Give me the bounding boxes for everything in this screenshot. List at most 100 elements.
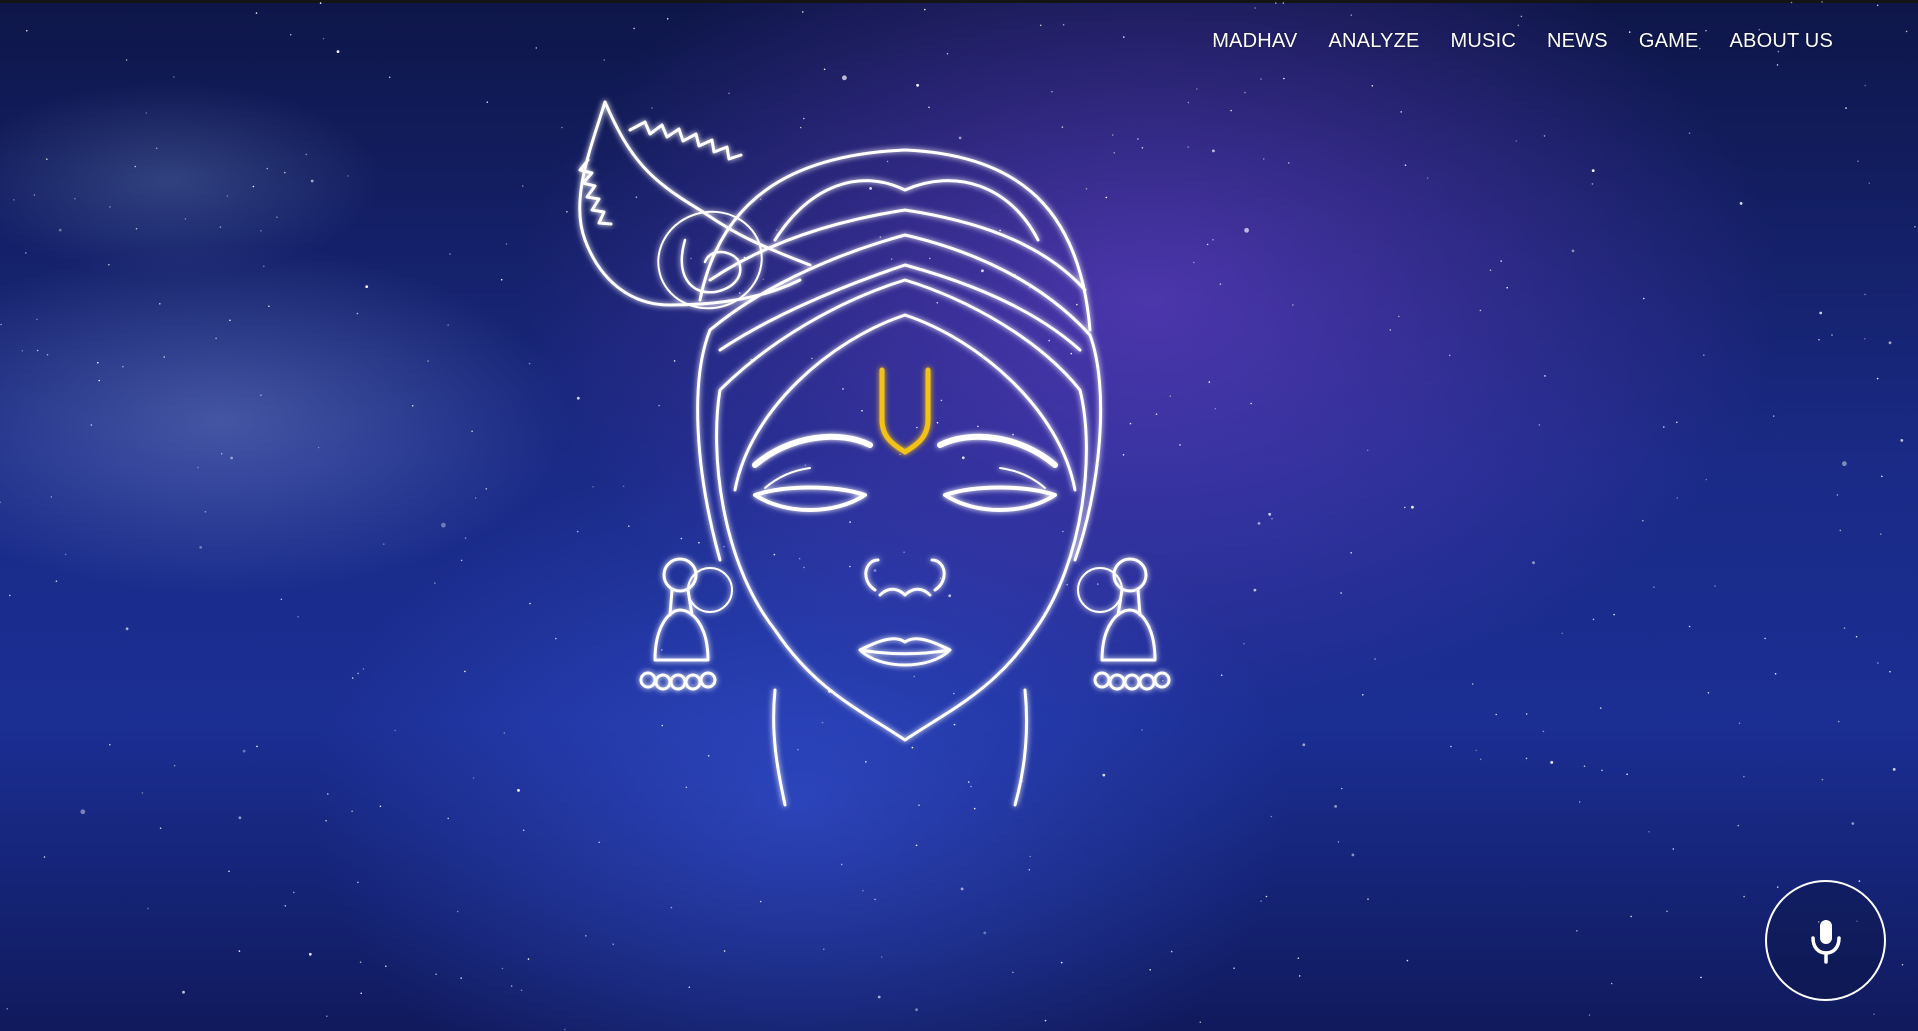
star <box>1774 673 1777 675</box>
star <box>360 992 363 995</box>
star <box>173 76 175 78</box>
star <box>1543 135 1546 137</box>
star <box>1864 293 1866 296</box>
star <box>260 394 262 397</box>
star <box>435 973 437 975</box>
star <box>1576 930 1578 932</box>
star <box>260 230 262 232</box>
tilak-mark <box>879 367 931 455</box>
star <box>1837 720 1840 723</box>
star <box>351 810 353 813</box>
star <box>1591 169 1595 173</box>
star <box>1776 64 1779 66</box>
star <box>256 745 258 748</box>
star <box>80 809 86 815</box>
star <box>1599 707 1602 709</box>
star <box>1039 24 1042 27</box>
star <box>1764 637 1766 640</box>
star <box>135 227 138 230</box>
star <box>877 995 881 999</box>
star <box>505 243 508 245</box>
star <box>1062 24 1065 26</box>
star <box>1905 30 1908 33</box>
star <box>1544 375 1546 377</box>
star <box>33 194 36 196</box>
star <box>1857 160 1859 162</box>
star <box>842 75 847 81</box>
star <box>173 764 176 767</box>
nav-item-analyze[interactable]: ANALYZE <box>1328 30 1419 53</box>
star <box>228 870 230 873</box>
star <box>109 743 111 746</box>
star <box>1044 1019 1047 1022</box>
star <box>522 829 525 832</box>
krishna-illustration <box>578 100 1171 807</box>
star <box>98 379 100 382</box>
star <box>916 83 919 87</box>
star <box>197 466 199 469</box>
star <box>305 153 308 156</box>
star <box>1666 910 1668 913</box>
star <box>0 501 2 504</box>
star <box>182 990 185 994</box>
star <box>1864 84 1866 87</box>
star <box>90 424 93 426</box>
star <box>125 627 129 631</box>
star <box>1260 78 1262 80</box>
star <box>43 856 46 858</box>
star <box>472 777 475 779</box>
star <box>471 430 473 433</box>
star <box>1400 111 1402 113</box>
star <box>1873 1013 1875 1015</box>
star <box>1475 749 1477 752</box>
star <box>159 303 161 305</box>
nav-item-about-us[interactable]: ABOUT US <box>1730 30 1833 53</box>
nav-item-news[interactable]: NEWS <box>1547 30 1608 53</box>
star <box>1714 585 1716 587</box>
star <box>1843 627 1846 629</box>
star <box>1818 338 1820 341</box>
star <box>1550 761 1554 764</box>
star <box>486 101 489 103</box>
star <box>1738 722 1741 725</box>
star <box>1879 533 1882 535</box>
star <box>503 732 506 734</box>
star <box>603 59 605 61</box>
star <box>1821 778 1824 781</box>
star <box>1705 478 1708 481</box>
star <box>46 354 49 356</box>
left-eyebrow <box>752 433 873 468</box>
star <box>447 817 450 820</box>
star <box>347 175 349 177</box>
star <box>1643 297 1645 300</box>
star <box>268 305 270 308</box>
star <box>1406 959 1409 962</box>
right-earring <box>1077 557 1171 691</box>
star <box>1648 830 1650 833</box>
star <box>145 112 147 114</box>
star <box>388 76 391 79</box>
voice-input-button[interactable] <box>1765 880 1886 1001</box>
star <box>1688 625 1691 628</box>
star <box>666 18 669 20</box>
star <box>1123 36 1125 38</box>
star <box>383 543 385 545</box>
right-eye <box>943 485 1057 512</box>
star <box>1836 494 1839 496</box>
star <box>449 253 451 255</box>
star <box>1525 757 1528 760</box>
nav-item-madhav[interactable]: MADHAV <box>1212 30 1297 53</box>
star <box>1525 713 1528 715</box>
star <box>1578 801 1581 803</box>
star <box>46 158 48 160</box>
star <box>1737 824 1740 827</box>
nav-item-music[interactable]: MUSIC <box>1451 30 1516 53</box>
nav-item-game[interactable]: GAME <box>1639 30 1699 53</box>
star <box>36 318 38 321</box>
star <box>394 729 397 732</box>
star <box>155 147 158 150</box>
star <box>1495 713 1497 716</box>
right-eyebrow <box>937 433 1058 468</box>
star <box>36 349 39 352</box>
star <box>1845 107 1847 109</box>
